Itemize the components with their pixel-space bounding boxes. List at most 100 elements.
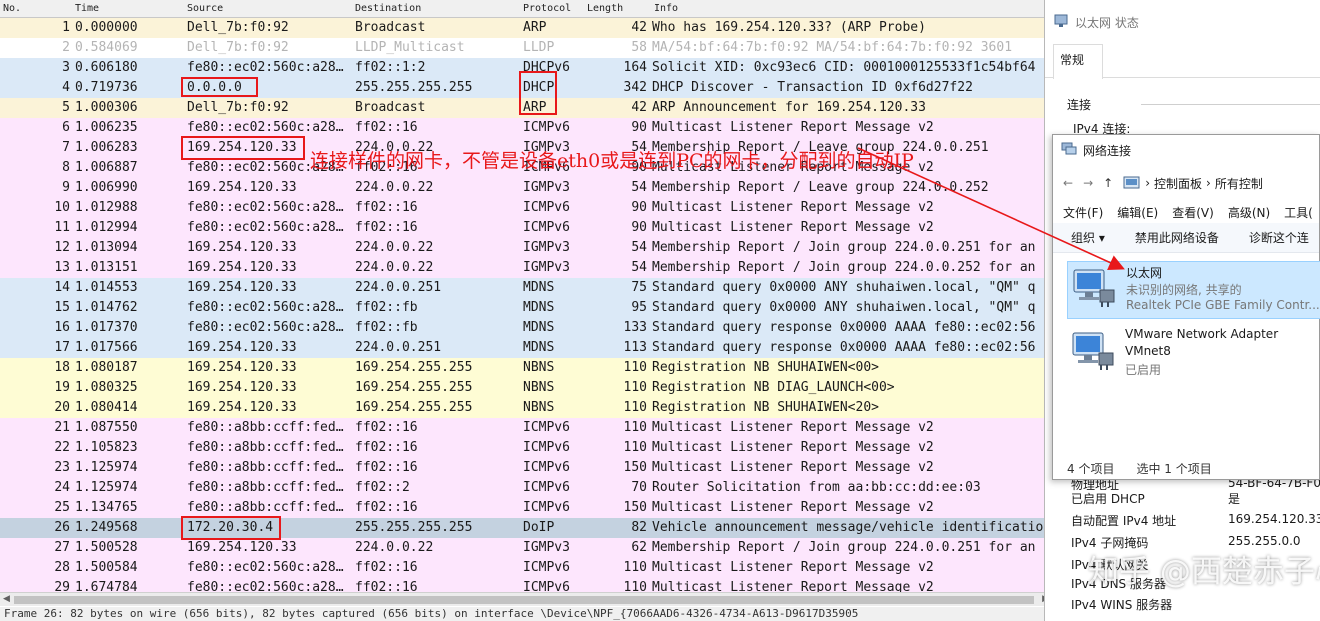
packet-row[interactable]: 13 1.013151 169.254.120.33 224.0.0.22 IGMPv3… [0, 258, 1052, 278]
up-arrow-icon[interactable]: ↑ [1103, 176, 1113, 190]
packet-protocol: DoIP [523, 520, 555, 535]
packet-source: fe80::ec02:560c:a28… [187, 320, 344, 335]
packet-row[interactable]: 24 1.125974 fe80::a8bb:ccff:fed… ff02::2 ICM… [0, 478, 1052, 498]
menu-file[interactable]: 文件(F) [1063, 204, 1103, 221]
diagnose-button[interactable]: 诊断这个连 [1249, 229, 1309, 246]
packet-number: 9 [62, 180, 70, 195]
adapter-name: 以太网 [1126, 266, 1163, 280]
packet-info: DHCP Discover - Transaction ID 0xf6d27f2… [652, 80, 973, 95]
packet-row[interactable]: 12 1.013094 169.254.120.33 224.0.0.22 IGMPv3… [0, 238, 1052, 258]
packet-row[interactable]: 3 0.606180 fe80::ec02:560c:a28… ff02::1:2 DH… [0, 58, 1052, 78]
adapter-ethernet[interactable]: 以太网 未识别的网络, 共享的 Realtek PCIe GBE Family … [1067, 261, 1320, 319]
packet-row[interactable]: 10 1.012988 fe80::ec02:560c:a28… ff02::16 IC… [0, 198, 1052, 218]
scrollbar-thumb[interactable] [14, 596, 1034, 604]
column-header-source[interactable]: Source [187, 3, 223, 14]
packet-info: Registration NB DIAG_LAUNCH<00> [652, 380, 895, 395]
packet-row[interactable]: 20 1.080414 169.254.120.33 169.254.255.255 N… [0, 398, 1052, 418]
packet-row[interactable]: 11 1.012994 fe80::ec02:560c:a28… ff02::16 IC… [0, 218, 1052, 238]
tab-general[interactable]: 常规 [1053, 44, 1103, 79]
packet-info: Multicast Listener Report Message v2 [652, 440, 934, 455]
scroll-left-icon[interactable]: ◀ [3, 594, 10, 604]
packet-source: fe80::a8bb:ccff:fed… [187, 460, 344, 475]
packet-info: Standard query response 0x0000 AAAA fe80… [652, 320, 1036, 335]
packet-source: fe80::a8bb:ccff:fed… [187, 500, 344, 515]
packet-number: 12 [54, 240, 70, 255]
packet-number: 19 [54, 380, 70, 395]
packet-row[interactable]: 17 1.017566 169.254.120.33 224.0.0.251 MDNS 1… [0, 338, 1052, 358]
packet-row[interactable]: 23 1.125974 fe80::a8bb:ccff:fed… ff02::16 IC… [0, 458, 1052, 478]
packet-destination: ff02::fb [355, 320, 418, 335]
status-dialog-title: 以太网 状态 [1075, 15, 1139, 30]
packet-number: 5 [62, 100, 70, 115]
menu-tools[interactable]: 工具( [1284, 204, 1313, 221]
menu-advanced[interactable]: 高级(N) [1228, 204, 1270, 221]
menu-edit[interactable]: 编辑(E) [1117, 204, 1158, 221]
packet-time: 0.000000 [75, 20, 138, 35]
column-header-no[interactable]: No. [3, 3, 21, 14]
packet-row[interactable]: 6 1.006235 fe80::ec02:560c:a28… ff02::16 ICM… [0, 118, 1052, 138]
packet-source: 169.254.120.33 [187, 400, 297, 415]
column-header-protocol[interactable]: Protocol [523, 3, 571, 14]
section-connection-label: 连接 [1067, 98, 1092, 112]
packet-protocol: DHCP [523, 80, 555, 95]
packet-time: 1.017370 [75, 320, 138, 335]
packet-row[interactable]: 5 1.000306 Dell_7b:f0:92 Broadcast ARP 42 ARP … [0, 98, 1052, 118]
packet-source: fe80::a8bb:ccff:fed… [187, 440, 344, 455]
packet-protocol: ICMPv6 [523, 480, 570, 495]
packet-destination: ff02::16 [355, 420, 418, 435]
packet-row[interactable]: 1 0.000000 Dell_7b:f0:92 Broadcast ARP 42 Who … [0, 18, 1052, 38]
packet-row[interactable]: 4 0.719736 0.0.0.0 255.255.255.255 DHCP 342 DH… [0, 78, 1052, 98]
packet-source: 169.254.120.33 [187, 540, 297, 555]
packet-time: 1.013151 [75, 260, 138, 275]
packet-row[interactable]: 21 1.087550 fe80::a8bb:ccff:fed… ff02::16 IC… [0, 418, 1052, 438]
packet-row[interactable]: 19 1.080325 169.254.120.33 169.254.255.255 N… [0, 378, 1052, 398]
packet-info: Membership Report / Join group 224.0.0.2… [652, 540, 1036, 555]
packet-number: 27 [54, 540, 70, 555]
packet-time: 0.606180 [75, 60, 138, 75]
column-header-time[interactable]: Time [75, 3, 99, 14]
packet-info: Standard query response 0x0000 AAAA fe80… [652, 340, 1036, 355]
adapter-vmnet8[interactable]: VMware Network Adapter VMnet8 已启用 [1067, 325, 1320, 383]
packet-time: 1.105823 [75, 440, 138, 455]
packet-row[interactable]: 25 1.134765 fe80::a8bb:ccff:fed… ff02::16 IC… [0, 498, 1052, 518]
packet-number: 1 [62, 20, 70, 35]
menu-view[interactable]: 查看(V) [1172, 204, 1214, 221]
packet-protocol: IGMPv3 [523, 260, 570, 275]
packet-length: 110 [623, 560, 647, 575]
column-header-info[interactable]: Info [654, 3, 678, 14]
organize-button[interactable]: 组织 ▾ [1071, 229, 1105, 246]
packet-protocol: ICMPv6 [523, 420, 570, 435]
packet-time: 0.584069 [75, 40, 138, 55]
packet-row[interactable]: 22 1.105823 fe80::a8bb:ccff:fed… ff02::16 IC… [0, 438, 1052, 458]
packet-length: 110 [623, 400, 647, 415]
breadcrumb[interactable]: › 控制面板 › 所有控制 [1123, 175, 1263, 192]
packet-row[interactable]: 16 1.017370 fe80::ec02:560c:a28… ff02::fb MD… [0, 318, 1052, 338]
horizontal-scrollbar[interactable]: ◀ ▶ [0, 592, 1052, 606]
packet-list-header: No. Time Source Destination Protocol Len… [0, 0, 1052, 18]
packet-row[interactable]: 28 1.500584 fe80::ec02:560c:a28… ff02::16 IC… [0, 558, 1052, 578]
disable-device-button[interactable]: 禁用此网络设备 [1135, 229, 1219, 246]
column-header-destination[interactable]: Destination [355, 3, 421, 14]
packet-length: 90 [631, 220, 647, 235]
packet-row[interactable]: 27 1.500528 169.254.120.33 224.0.0.22 IGMPv3… [0, 538, 1052, 558]
packet-row[interactable]: 14 1.014553 169.254.120.33 224.0.0.251 MDNS 7… [0, 278, 1052, 298]
packet-row[interactable]: 26 1.249568 172.20.30.4 255.255.255.255 DoIP… [0, 518, 1052, 538]
packet-source: 169.254.120.33 [187, 180, 297, 195]
packet-row[interactable]: 18 1.080187 169.254.120.33 169.254.255.255 N… [0, 358, 1052, 378]
breadcrumb-control-panel[interactable]: 控制面板 [1154, 175, 1202, 192]
packet-time: 1.080414 [75, 400, 138, 415]
forward-arrow-icon[interactable]: → [1083, 176, 1093, 190]
column-header-length[interactable]: Length [587, 3, 623, 14]
packet-time: 1.080325 [75, 380, 138, 395]
packet-info: Multicast Listener Report Message v2 [652, 120, 934, 135]
breadcrumb-all-control[interactable]: 所有控制 [1215, 175, 1263, 192]
back-arrow-icon[interactable]: ← [1063, 176, 1073, 190]
adapter-name: VMware Network Adapter [1125, 327, 1279, 341]
packet-number: 7 [62, 140, 70, 155]
packet-row[interactable]: 2 0.584069 Dell_7b:f0:92 LLDP_Multicast LLDP… [0, 38, 1052, 58]
packet-destination: ff02::16 [355, 500, 418, 515]
packet-row[interactable]: 15 1.014762 fe80::ec02:560c:a28… ff02::fb MD… [0, 298, 1052, 318]
network-status-icon [1053, 13, 1069, 32]
packet-row[interactable]: 9 1.006990 169.254.120.33 224.0.0.22 IGMPv3 5… [0, 178, 1052, 198]
packet-source: 169.254.120.33 [187, 340, 297, 355]
